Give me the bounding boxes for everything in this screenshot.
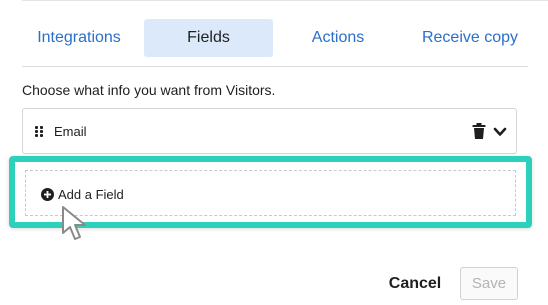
save-button[interactable]: Save xyxy=(460,267,518,300)
add-field-button[interactable]: Add a Field xyxy=(25,170,516,216)
tabs-divider xyxy=(22,66,528,67)
top-divider xyxy=(22,0,548,1)
drag-handle-icon[interactable] xyxy=(35,126,45,138)
field-label: Email xyxy=(54,124,87,139)
plus-circle-icon xyxy=(41,188,54,201)
tab-actions[interactable]: Actions xyxy=(287,19,389,57)
tab-integrations[interactable]: Integrations xyxy=(22,19,136,57)
fields-prompt: Choose what info you want from Visitors. xyxy=(22,82,276,98)
fields-panel: Integrations Fields Actions Receive copy… xyxy=(0,0,548,305)
add-field-label: Add a Field xyxy=(58,187,124,202)
mouse-cursor-icon xyxy=(58,204,94,246)
chevron-down-icon[interactable] xyxy=(493,125,507,137)
tab-receive-copy[interactable]: Receive copy xyxy=(402,19,538,57)
cancel-button[interactable]: Cancel xyxy=(383,268,447,300)
field-row-email[interactable]: Email xyxy=(22,108,517,154)
tab-bar: Integrations Fields Actions Receive copy xyxy=(22,19,528,57)
tab-fields[interactable]: Fields xyxy=(144,19,273,57)
trash-icon[interactable] xyxy=(472,123,486,139)
